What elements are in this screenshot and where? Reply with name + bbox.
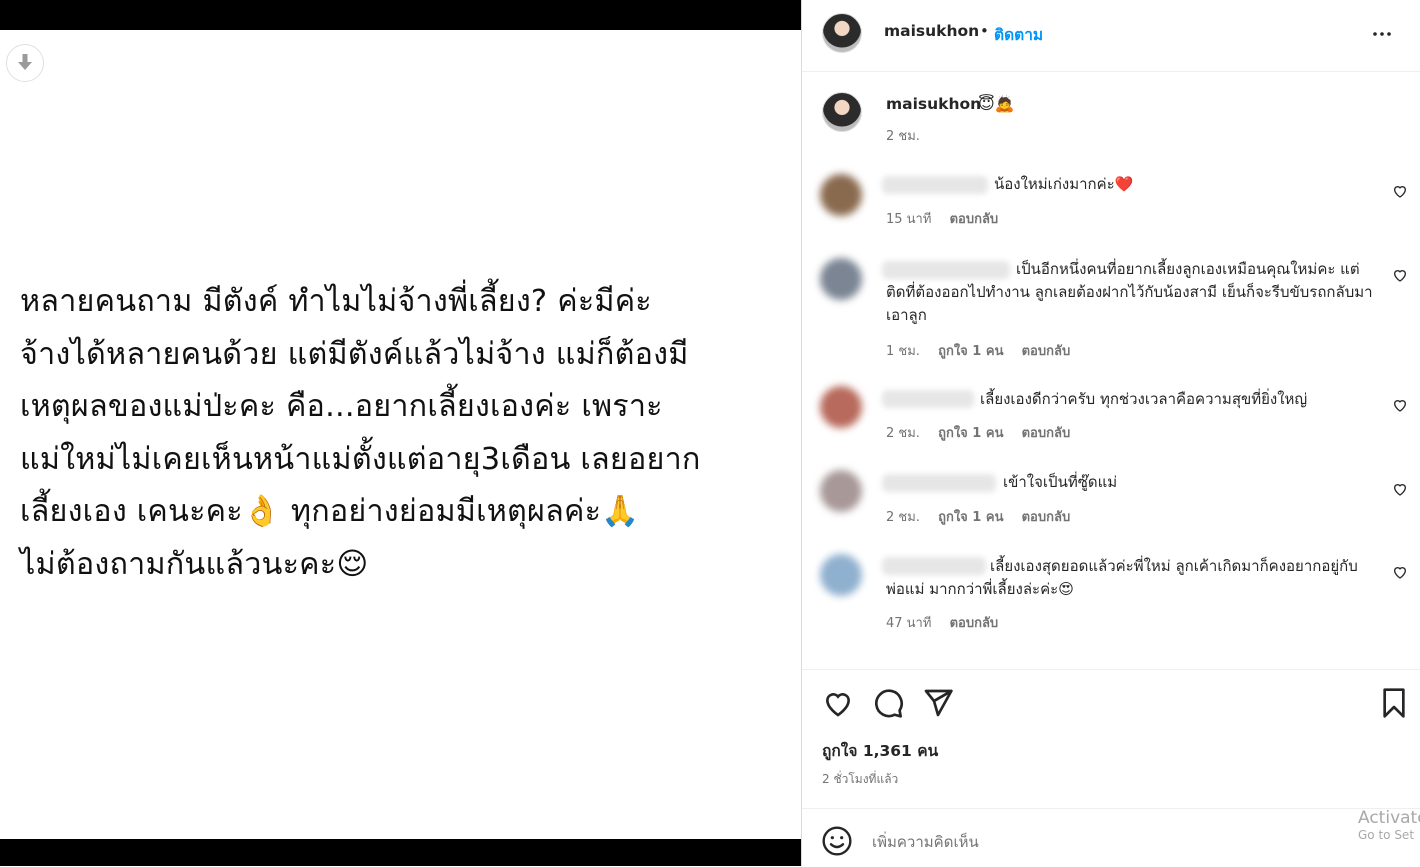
comment-input[interactable]	[872, 829, 1332, 855]
media-letterbox-bottom	[0, 839, 801, 866]
comment-time: 1 ชม.	[886, 344, 920, 359]
comment-meta: 47 นาที ตอบกลับ	[886, 612, 1012, 633]
download-arrow-icon	[18, 54, 32, 70]
comment-time: 15 นาที	[886, 212, 932, 227]
likes-count[interactable]: ถูกใจ 1,361 คน	[822, 738, 938, 763]
author-username[interactable]: maisukhon	[884, 22, 979, 40]
paper-plane-icon[interactable]	[922, 687, 954, 719]
download-button[interactable]	[6, 44, 44, 82]
smiley-icon[interactable]	[821, 825, 853, 857]
caption-text: 😇🙇	[978, 94, 1015, 113]
commenter-avatar[interactable]	[820, 386, 862, 428]
add-comment-bar	[802, 808, 1420, 867]
commenter-avatar[interactable]	[820, 554, 862, 596]
post-timestamp: 2 ชั่วโมงที่แล้ว	[822, 772, 899, 786]
reply-button[interactable]: ตอบกลับ	[1022, 426, 1071, 441]
actions-divider	[802, 669, 1420, 670]
reply-button[interactable]: ตอบกลับ	[1022, 344, 1071, 359]
comment-heart-icon[interactable]	[1392, 267, 1408, 283]
caption-time: 2 ชม.	[886, 129, 920, 144]
comment-time: 47 นาที	[886, 616, 932, 631]
caption-username[interactable]: maisukhon	[886, 95, 981, 113]
more-horizontal-icon[interactable]	[1370, 22, 1394, 46]
comment-text: น้องใหม่เก่งมากค่ะ❤️	[994, 175, 1134, 193]
comment-likes[interactable]: ถูกใจ 1 คน	[938, 344, 1003, 359]
reply-button[interactable]: ตอบกลับ	[950, 212, 999, 227]
media-letterbox-top	[0, 0, 801, 30]
post-actions	[802, 683, 1420, 723]
watermark-line2: Go to Set	[1358, 828, 1415, 842]
comment-meta: 1 ชม. ถูกใจ 1 คน ตอบกลับ	[886, 340, 1084, 361]
commenter-username-blurred[interactable]	[882, 474, 996, 492]
post-image-text: หลายคนถาม มีตังค์ ทำไมไม่จ้างพี่เลี้ยง? …	[20, 284, 701, 582]
comment-time: 2 ชม.	[886, 510, 920, 525]
commenter-avatar[interactable]	[820, 258, 862, 300]
commenter-username-blurred[interactable]	[882, 176, 988, 194]
comment-bubble-icon[interactable]	[872, 687, 904, 719]
comment-heart-icon[interactable]	[1392, 397, 1408, 413]
comment-meta: 15 นาที ตอบกลับ	[886, 208, 1012, 229]
commenter-avatar[interactable]	[820, 174, 862, 216]
post-header: maisukhon • ติดตาม	[802, 0, 1420, 72]
comment-heart-icon[interactable]	[1392, 481, 1408, 497]
watermark-line1: Activate	[1358, 808, 1420, 828]
caption-avatar[interactable]	[822, 92, 862, 132]
commenter-avatar[interactable]	[820, 470, 862, 512]
windows-activation-watermark: Activate Go to Set	[1358, 808, 1420, 842]
comment-meta: 2 ชม. ถูกใจ 1 คน ตอบกลับ	[886, 506, 1084, 527]
comment-heart-icon[interactable]	[1392, 183, 1408, 199]
comment-text: เข้าใจเป็นที่ซู๊ดแม่	[1003, 473, 1118, 491]
post-side-panel: maisukhon • ติดตาม maisukhon 😇🙇 2 ชม. น้…	[801, 0, 1420, 866]
comment-likes[interactable]: ถูกใจ 1 คน	[938, 426, 1003, 441]
reply-button[interactable]: ตอบกลับ	[1022, 510, 1071, 525]
comment-text: เลี้ยงเองสุดยอดแล้วค่ะพี่ใหม่ ลูกเค้าเกิ…	[886, 557, 1358, 598]
comment-meta: 2 ชม. ถูกใจ 1 คน ตอบกลับ	[886, 422, 1084, 443]
heart-icon[interactable]	[822, 687, 854, 719]
comment-likes[interactable]: ถูกใจ 1 คน	[938, 510, 1003, 525]
comment-text: เลี้ยงเองดีกว่าครับ ทุกช่วงเวลาคือความสุ…	[980, 390, 1308, 408]
bookmark-icon[interactable]	[1378, 687, 1410, 719]
comment-time: 2 ชม.	[886, 426, 920, 441]
follow-button[interactable]: ติดตาม	[994, 22, 1043, 47]
reply-button[interactable]: ตอบกลับ	[950, 616, 999, 631]
header-separator: •	[980, 22, 989, 40]
comment-text: เป็นอีกหนึ่งคนที่อยากเลี้ยงลูกเองเหมือนค…	[886, 260, 1373, 324]
comment-heart-icon[interactable]	[1392, 564, 1408, 580]
author-avatar[interactable]	[822, 13, 862, 53]
post-media: หลายคนถาม มีตังค์ ทำไมไม่จ้างพี่เลี้ยง? …	[0, 0, 801, 866]
commenter-username-blurred[interactable]	[882, 390, 974, 408]
